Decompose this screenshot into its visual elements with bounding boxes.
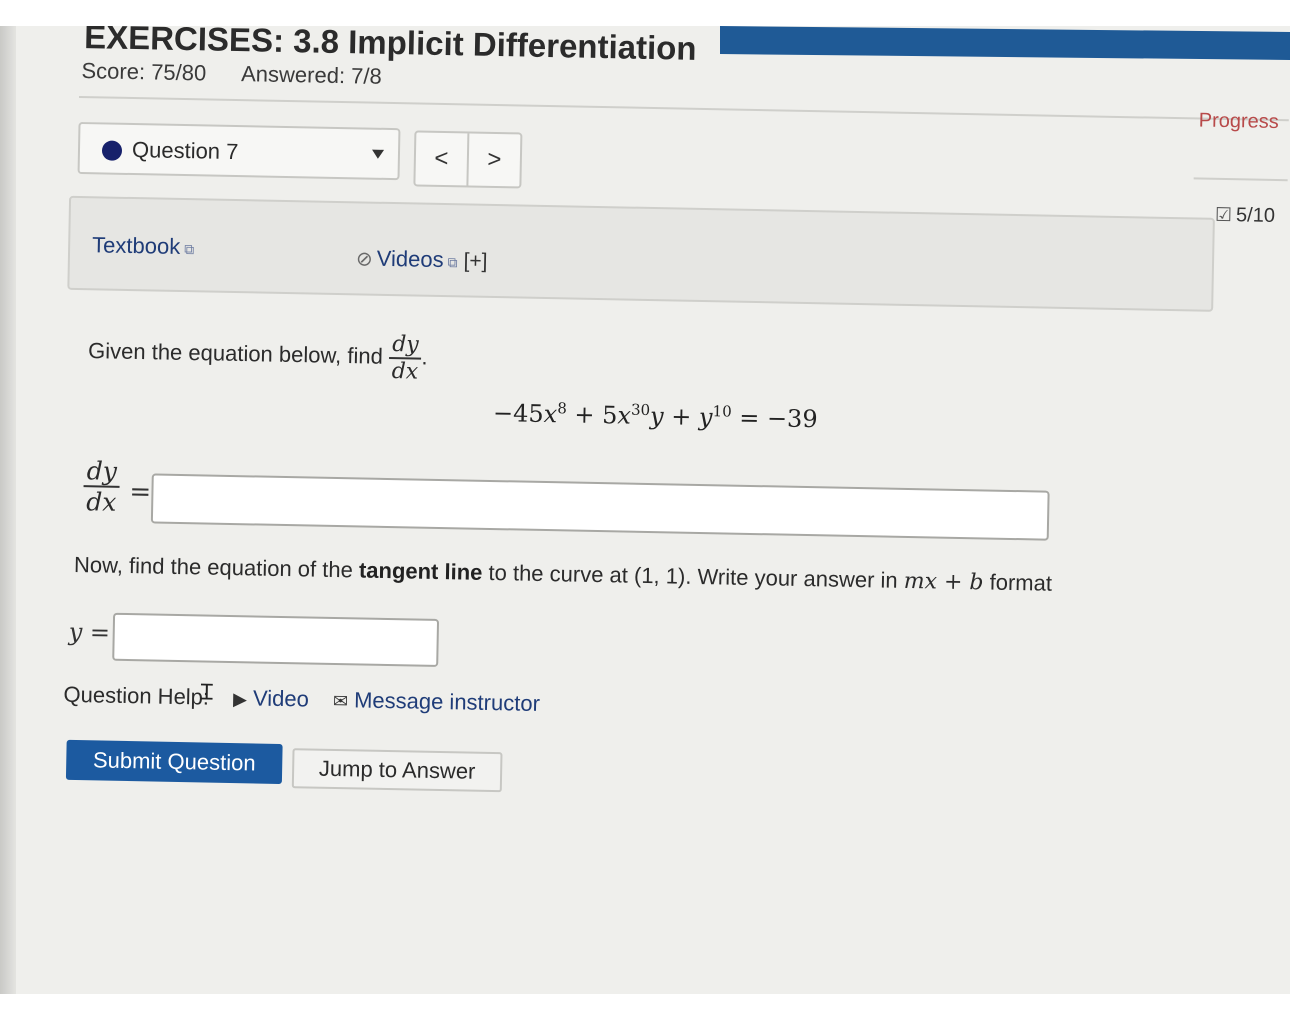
question-help-label: Question Help:	[63, 681, 210, 710]
tangent-form: mx + b	[903, 568, 984, 596]
tangent-text: to the curve at (1, 1). Write your answe…	[482, 559, 905, 593]
text-cursor-icon: Ɪ	[200, 679, 214, 705]
screen: EXERCISES: 3.8 Implicit Differentiation …	[0, 26, 1290, 994]
envelope-icon: ✉	[332, 690, 349, 712]
tangent-bold-text: tangent line	[358, 557, 483, 585]
textbook-link[interactable]: Textbook ⧉	[92, 232, 195, 260]
external-link-icon: ⧉	[184, 241, 195, 258]
question-help: Question Help: ▶ Video ✉ Message instructo…	[63, 682, 540, 717]
external-link-icon: ⧉	[447, 254, 458, 271]
question-prompt: Given the equation below, find dy dx .	[88, 326, 428, 385]
given-equation: −45x8 + 5x30y + y10 = −39	[493, 398, 818, 433]
derivative-numerator: dy	[86, 456, 118, 486]
derivative-label: dy dx	[82, 456, 120, 517]
eq-exponent: 8	[557, 399, 568, 418]
eq-var: y	[698, 402, 713, 432]
message-instructor-label: Message instructor	[353, 687, 541, 716]
message-instructor-link[interactable]: ✉ Message instructor	[333, 687, 540, 716]
fraction-numerator: dy	[391, 332, 419, 358]
fraction-denominator: dx	[388, 356, 422, 385]
textbook-label: Textbook	[91, 232, 181, 259]
eq-term: −45	[492, 398, 544, 428]
eq-var: x	[617, 401, 632, 430]
progress-count: ☑ 5/10	[1215, 204, 1275, 228]
dropdown-arrow-icon	[371, 149, 385, 159]
tangent-text: Now, find the equation of the	[73, 551, 360, 583]
question-pager: < >	[413, 130, 523, 189]
progress-count-value: 5/10	[1235, 204, 1276, 227]
derivative-answer-input[interactable]	[150, 473, 1050, 541]
prompt-period: .	[421, 344, 428, 370]
eq-rhs: = −39	[731, 403, 818, 434]
header-divider	[79, 95, 1289, 122]
progress-link[interactable]: Progress	[1199, 109, 1279, 134]
next-question-button[interactable]: >	[466, 133, 521, 187]
eq-term: +	[663, 402, 700, 431]
tangent-y-label: y =	[68, 617, 111, 647]
prompt-text: Given the equation below, find	[87, 338, 384, 369]
eq-term: + 5	[566, 400, 618, 430]
expand-videos-toggle[interactable]: [+]	[463, 249, 487, 272]
score-line: Score: 75/80 Answered: 7/8	[81, 58, 412, 90]
prompt-fraction: dy dx	[388, 332, 422, 385]
videos-label: Videos	[376, 245, 444, 273]
content: EXERCISES: 3.8 Implicit Differentiation …	[0, 26, 1290, 994]
eq-var: y	[649, 402, 664, 431]
eq-var: x	[543, 399, 558, 429]
score-text: Score: 75/80	[81, 58, 207, 86]
videos-link[interactable]: ⊘ Videos ⧉ [+]	[356, 245, 488, 274]
tangent-text: format	[983, 569, 1053, 596]
sidebar-divider	[1193, 177, 1288, 182]
paperclip-icon: ⊘	[355, 248, 373, 271]
play-video-icon: ▶	[232, 689, 248, 710]
answered-text: Answered: 7/8	[240, 61, 383, 89]
tangent-prompt: Now, find the equation of the tangent li…	[74, 552, 1052, 597]
checkbox-icon: ☑	[1214, 204, 1233, 227]
eq-exponent: 30	[630, 400, 651, 420]
help-video-link[interactable]: ▶ Video	[233, 685, 309, 711]
jump-to-answer-button[interactable]: Jump to Answer	[291, 748, 503, 793]
derivative-denominator: dx	[82, 485, 120, 517]
eq-exponent: 10	[712, 402, 732, 421]
help-video-label: Video	[252, 685, 310, 712]
question-select[interactable]: Question 7	[77, 121, 401, 181]
question-status-dot	[101, 140, 123, 161]
resources-panel: Textbook ⧉ ⊘ Videos ⧉ [+]	[67, 195, 1215, 312]
previous-question-button[interactable]: <	[415, 132, 467, 185]
question-select-label: Question 7	[131, 137, 239, 165]
tangent-answer-input[interactable]	[112, 612, 440, 667]
equals-sign: =	[129, 477, 152, 508]
submit-question-button[interactable]: Submit Question	[65, 739, 283, 785]
